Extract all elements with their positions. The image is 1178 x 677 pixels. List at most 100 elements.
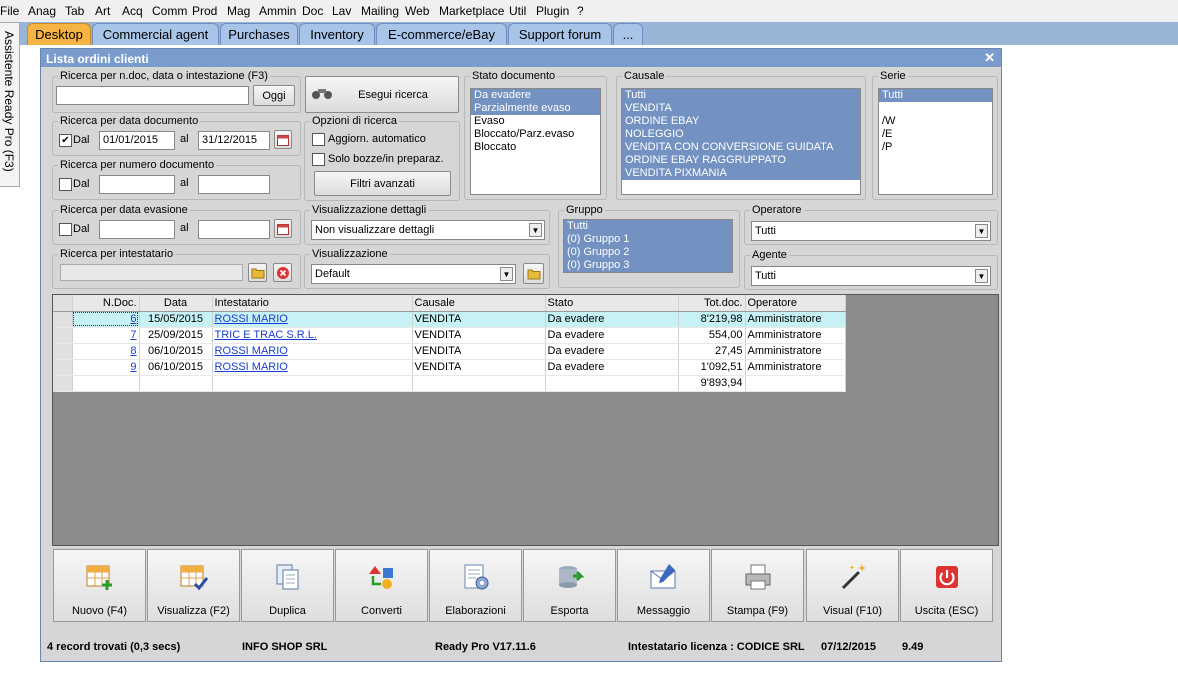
tab-more[interactable]: ...	[613, 23, 643, 45]
number-to-input[interactable]	[198, 175, 270, 194]
col-header-totdoc[interactable]: Tot.doc.	[678, 295, 746, 312]
menu-plugin[interactable]: Plugin	[536, 4, 569, 18]
tab-purchases[interactable]: Purchases	[220, 23, 298, 45]
list-item[interactable]: (0) Gruppo 1	[564, 233, 732, 246]
col-header-operatore[interactable]: Operatore	[745, 295, 846, 312]
number-checkbox[interactable]	[59, 178, 72, 191]
esegui-ricerca-button[interactable]: Esegui ricerca	[305, 76, 459, 113]
view-select[interactable]: Default ▼	[311, 264, 516, 284]
details-view-select[interactable]: Non visualizzare dettagli ▼	[311, 220, 545, 240]
list-item[interactable]: NOLEGGIO	[622, 128, 860, 141]
list-item[interactable]: (0) Gruppo 3	[564, 259, 732, 272]
chevron-down-icon[interactable]: ▼	[975, 269, 988, 283]
tab-desktop[interactable]: Desktop	[27, 23, 91, 45]
list-item[interactable]: Tutti	[564, 220, 732, 233]
auto-update-checkbox[interactable]	[312, 133, 325, 146]
advanced-filters-button[interactable]: Filtri avanzati	[314, 171, 451, 196]
causale-list[interactable]: Tutti VENDITA ORDINE EBAY NOLEGGIO VENDI…	[621, 88, 861, 195]
tab-inventory[interactable]: Inventory	[299, 23, 375, 45]
menu-marketplace[interactable]: Marketplace	[439, 4, 504, 18]
menu-tab[interactable]: Tab	[65, 4, 84, 18]
tab-ecommerce-ebay[interactable]: E-commerce/eBay	[376, 23, 507, 45]
menu-mailing[interactable]: Mailing	[361, 4, 399, 18]
esporta-button[interactable]: Esporta	[523, 549, 616, 622]
holder-link[interactable]: ROSSI MARIO	[215, 313, 288, 325]
col-header-ndoc[interactable]: N.Doc.	[72, 295, 140, 312]
col-header-stato[interactable]: Stato	[545, 295, 679, 312]
menu-ammin[interactable]: Ammin	[259, 4, 296, 18]
list-item[interactable]: VENDITA PIXMANIA	[622, 167, 860, 180]
tab-support-forum[interactable]: Support forum	[508, 23, 612, 45]
elaborazioni-button[interactable]: Elaborazioni	[429, 549, 522, 622]
holder-link[interactable]: ROSSI MARIO	[215, 361, 288, 373]
evasion-from-input[interactable]	[99, 220, 175, 239]
agente-select[interactable]: Tutti ▼	[751, 266, 991, 286]
close-icon[interactable]: ✕	[984, 50, 995, 66]
calendar-icon[interactable]	[274, 219, 292, 238]
list-item[interactable]: Parzialmente evaso	[471, 102, 600, 115]
menu-acq[interactable]: Acq	[122, 4, 143, 18]
number-from-input[interactable]	[99, 175, 175, 194]
folder-icon[interactable]	[523, 263, 544, 284]
list-item[interactable]: (0) Gruppo 2	[564, 246, 732, 259]
menu-comm[interactable]: Comm	[152, 4, 187, 18]
table-row[interactable]: 9 06/10/2015 ROSSI MARIO VENDITA Da evad…	[53, 359, 846, 376]
serie-list[interactable]: Tutti /W /E /P	[878, 88, 993, 195]
evasion-to-input[interactable]	[198, 220, 270, 239]
clear-icon[interactable]	[273, 263, 292, 282]
menu-art[interactable]: Art	[95, 4, 110, 18]
col-header-data[interactable]: Data	[139, 295, 213, 312]
assistant-sidebar[interactable]: Assistente Ready Pro (F3)	[0, 22, 20, 187]
converti-button[interactable]: Converti	[335, 549, 428, 622]
list-item[interactable]	[879, 102, 992, 115]
uscita-button[interactable]: Uscita (ESC)	[900, 549, 993, 622]
operatore-select[interactable]: Tutti ▼	[751, 221, 991, 241]
gruppo-list[interactable]: Tutti (0) Gruppo 1 (0) Gruppo 2 (0) Grup…	[563, 219, 733, 273]
menu-doc[interactable]: Doc	[302, 4, 323, 18]
doc-number-link[interactable]: 6	[130, 313, 136, 325]
doc-number-link[interactable]: 9	[130, 361, 136, 373]
date-from-input[interactable]: 01/01/2015	[99, 131, 175, 150]
search-ndoc-input[interactable]	[56, 86, 249, 105]
visual-button[interactable]: Visual (F10)	[806, 549, 899, 622]
doc-number-link[interactable]: 7	[130, 329, 136, 341]
list-item[interactable]: Da evadere	[471, 89, 600, 102]
list-item[interactable]: Tutti	[622, 89, 860, 102]
drafts-checkbox[interactable]	[312, 153, 325, 166]
list-item[interactable]: Evaso	[471, 115, 600, 128]
calendar-icon[interactable]	[274, 130, 292, 149]
menu-help[interactable]: ?	[577, 4, 584, 18]
list-item[interactable]: Bloccato	[471, 141, 600, 154]
visualizza-button[interactable]: Visualizza (F2)	[147, 549, 240, 622]
list-item[interactable]: VENDITA	[622, 102, 860, 115]
table-row[interactable]: 8 06/10/2015 ROSSI MARIO VENDITA Da evad…	[53, 343, 846, 360]
table-row[interactable]: 6 15/05/2015 ROSSI MARIO VENDITA Da evad…	[53, 311, 846, 328]
list-item[interactable]: VENDITA CON CONVERSIONE GUIDATA	[622, 141, 860, 154]
holder-link[interactable]: TRIC E TRAC S.R.L.	[215, 329, 317, 341]
list-item[interactable]: /W	[879, 115, 992, 128]
messaggio-button[interactable]: Messaggio	[617, 549, 710, 622]
list-item[interactable]: Tutti	[879, 89, 992, 102]
tab-commercial-agent[interactable]: Commercial agent	[92, 23, 219, 45]
chevron-down-icon[interactable]: ▼	[975, 224, 988, 238]
document-status-list[interactable]: Da evadere Parzialmente evaso Evaso Bloc…	[470, 88, 601, 195]
col-header-causale[interactable]: Causale	[412, 295, 546, 312]
nuovo-button[interactable]: Nuovo (F4)	[53, 549, 146, 622]
table-row[interactable]: 7 25/09/2015 TRIC E TRAC S.R.L. VENDITA …	[53, 327, 846, 344]
list-item[interactable]: ORDINE EBAY RAGGRUPPATO	[622, 154, 860, 167]
menu-file[interactable]: File	[0, 4, 19, 18]
menu-mag[interactable]: Mag	[227, 4, 250, 18]
stampa-button[interactable]: Stampa (F9)	[711, 549, 804, 622]
menu-util[interactable]: Util	[509, 4, 526, 18]
list-item[interactable]: Bloccato/Parz.evaso	[471, 128, 600, 141]
duplica-button[interactable]: Duplica	[241, 549, 334, 622]
menu-prod[interactable]: Prod	[192, 4, 217, 18]
folder-icon[interactable]	[248, 263, 267, 282]
doc-number-link[interactable]: 8	[130, 345, 136, 357]
menu-web[interactable]: Web	[405, 4, 429, 18]
oggi-button[interactable]: Oggi	[253, 85, 295, 106]
holder-link[interactable]: ROSSI MARIO	[215, 345, 288, 357]
evasion-checkbox[interactable]	[59, 223, 72, 236]
chevron-down-icon[interactable]: ▼	[529, 223, 542, 237]
col-header-intestatario[interactable]: Intestatario	[212, 295, 413, 312]
